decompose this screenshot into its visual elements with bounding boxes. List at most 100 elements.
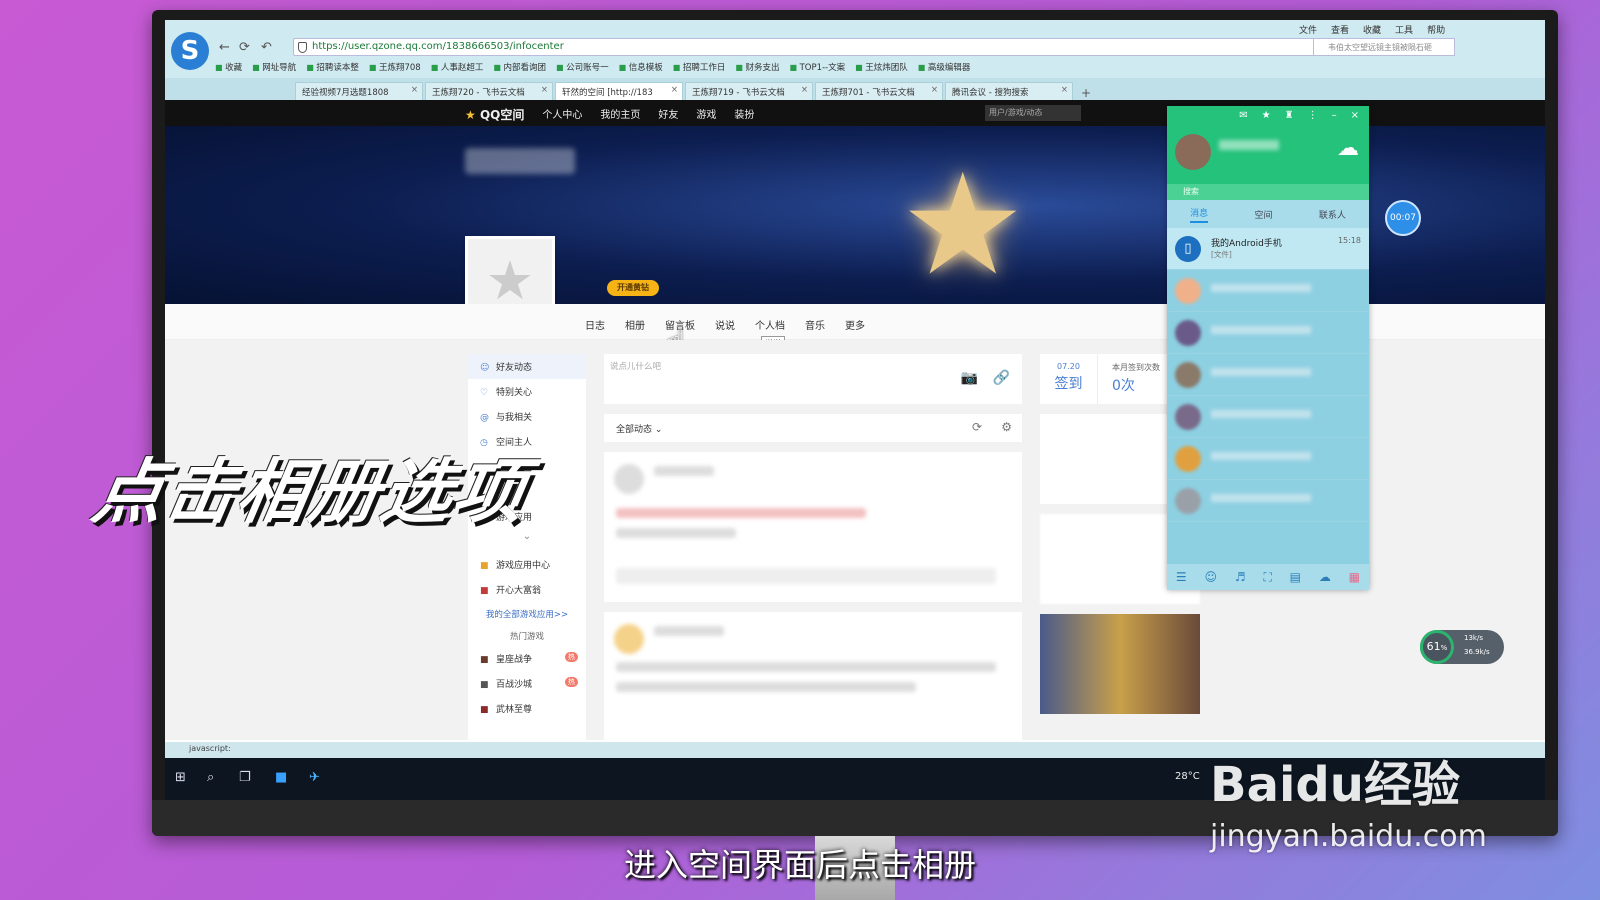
contact-item[interactable]: ▯ 我的Android手机 [文件] 15:18 — [1167, 228, 1369, 270]
more-icon[interactable]: ⋮ — [1308, 110, 1318, 121]
all-apps-link[interactable]: 我的全部游戏应用>> — [468, 602, 586, 626]
browser-tab[interactable]: 腾讯会议 - 搜狗搜索 × — [945, 82, 1073, 100]
post-input[interactable]: 说点儿什么吧 📷 🔗 — [604, 354, 1022, 404]
sidebar-item-related[interactable]: @ 与我相关 — [468, 404, 586, 429]
menu-tools[interactable]: 工具 — [1395, 23, 1413, 36]
browser-tab[interactable]: 王炼翔701 - 飞书云文档 × — [815, 82, 943, 100]
browser-tab[interactable]: 王炼翔719 - 飞书云文档 × — [685, 82, 813, 100]
nav-my-home[interactable]: 我的主页 — [600, 106, 640, 123]
menu-favorites[interactable]: 收藏 — [1363, 23, 1381, 36]
bookmark-item[interactable]: 招聘工作日 — [673, 61, 726, 75]
app-box-icon[interactable]: ♬ — [1235, 570, 1246, 584]
address-bar[interactable]: https://user.qzone.qq.com/1838666503/inf… — [293, 38, 1423, 56]
sidebar-item-special-care[interactable]: ♡ 特别关心 — [468, 379, 586, 404]
bookmark-item[interactable]: 王炼翔708 — [369, 61, 421, 75]
game-item[interactable]: ■ 武林至尊 — [468, 696, 586, 721]
sign-in-button[interactable]: 07.20 签到 — [1040, 354, 1098, 404]
star-icon[interactable]: ★ — [1262, 110, 1271, 121]
minimize-icon[interactable]: – — [1332, 110, 1337, 121]
photo-strip[interactable] — [1040, 614, 1200, 714]
menu-help[interactable]: 帮助 — [1427, 23, 1445, 36]
contact-item[interactable] — [1167, 312, 1369, 354]
bookmark-item[interactable]: 人事赵超工 — [431, 61, 484, 75]
contact-item[interactable] — [1167, 480, 1369, 522]
qzone-search-input[interactable]: 用户/游戏/动态 — [985, 105, 1081, 121]
menu-file[interactable]: 文件 — [1299, 23, 1317, 36]
app-icon[interactable]: ✈ — [309, 770, 320, 785]
bookmark-item[interactable]: 高级编辑器 — [918, 61, 971, 75]
contact-item[interactable] — [1167, 354, 1369, 396]
recording-timer[interactable]: 00:07 — [1385, 200, 1421, 236]
refresh-icon[interactable]: ⟳ — [239, 40, 250, 55]
close-icon[interactable]: × — [931, 85, 938, 95]
bookmark-item[interactable]: 信息模板 — [619, 61, 663, 75]
qzone-brand[interactable]: ★ QQ空间 — [465, 106, 524, 123]
contact-item[interactable] — [1167, 270, 1369, 312]
bookmark-item[interactable]: TOP1--文案 — [789, 61, 846, 75]
tab-blog[interactable]: 日志 — [585, 317, 605, 332]
tab-music[interactable]: 音乐 — [805, 317, 825, 332]
qq-avatar[interactable] — [1175, 134, 1211, 170]
task-view-icon[interactable]: ❐ — [239, 770, 251, 785]
sidebar-item-friend-feed[interactable]: ☺ 好友动态 — [468, 354, 586, 379]
bookmark-item[interactable]: 收藏 — [215, 61, 242, 75]
close-icon[interactable]: × — [801, 85, 808, 95]
vip-badge[interactable]: 开通黄钻 — [607, 280, 659, 296]
menu-view[interactable]: 查看 — [1331, 23, 1349, 36]
settings-icon[interactable]: ⚙ — [1001, 420, 1012, 434]
game-item[interactable]: ■ 皇座战争热 — [468, 646, 586, 671]
camera-icon[interactable]: 📷 — [961, 370, 978, 386]
new-tab-icon[interactable]: + — [1075, 86, 1097, 100]
back-icon[interactable]: ← — [219, 40, 230, 55]
close-icon[interactable]: × — [671, 85, 678, 95]
app-icon[interactable]: ■ — [275, 770, 287, 785]
browser-tab-active[interactable]: 轩然的空间 [http://183 × — [555, 82, 683, 100]
bookmark-item[interactable]: 网址导航 — [252, 61, 296, 75]
mail-icon[interactable]: ✉ — [1239, 110, 1247, 121]
menu-icon[interactable]: ☰ — [1176, 570, 1187, 584]
tab-messages[interactable]: 消息 — [1190, 206, 1209, 223]
browser-tab[interactable]: 经验视频7月选题1808 × — [295, 82, 423, 100]
file-icon[interactable]: ▤ — [1290, 570, 1301, 584]
app-item[interactable]: ■ 开心大富翁 — [468, 577, 586, 602]
tab-space[interactable]: 空间 — [1254, 208, 1272, 221]
shirt-icon[interactable]: ♜ — [1285, 110, 1294, 121]
contact-item[interactable] — [1167, 396, 1369, 438]
weather-temperature[interactable]: 28°C — [1175, 771, 1200, 782]
add-friend-icon[interactable]: ☺ — [1205, 570, 1218, 584]
bookmark-item[interactable]: 招聘读本整 — [306, 61, 359, 75]
nav-decorate[interactable]: 装扮 — [734, 106, 754, 123]
refresh-icon[interactable]: ⟳ — [972, 420, 982, 434]
nav-friends[interactable]: 好友 — [658, 106, 678, 123]
nav-personal-center[interactable]: 个人中心 — [542, 106, 582, 123]
bookmark-item[interactable]: 财务支出 — [735, 61, 779, 75]
undo-icon[interactable]: ↶ — [261, 40, 272, 55]
weather-cloud-icon[interactable]: ☁ — [1337, 136, 1359, 161]
close-icon[interactable]: × — [411, 85, 418, 95]
apps-grid-icon[interactable]: ▦ — [1349, 570, 1360, 584]
cloud-icon[interactable]: ☁ — [1319, 570, 1331, 584]
tab-contacts[interactable]: 联系人 — [1319, 208, 1346, 221]
search-icon[interactable]: ⌕ — [207, 770, 214, 785]
contact-item[interactable] — [1167, 438, 1369, 480]
browser-search-input[interactable]: 韦伯太空望远镜主镜被陨石砸 — [1313, 38, 1455, 56]
qq-search-input[interactable]: 搜索 — [1167, 184, 1369, 200]
windows-start-icon[interactable]: ⊞ — [175, 770, 186, 785]
browser-tab[interactable]: 王炼翔720 - 飞书云文档 × — [425, 82, 553, 100]
close-icon[interactable]: × — [541, 85, 548, 95]
close-icon[interactable]: × — [1351, 110, 1359, 121]
tab-album[interactable]: 相册 — [625, 317, 645, 332]
close-icon[interactable]: × — [1061, 85, 1068, 95]
tab-shuoshuo[interactable]: 说说 — [715, 317, 735, 332]
feed-filter[interactable]: 全部动态 ⌄ ⟳ ⚙ — [604, 414, 1022, 442]
game-item[interactable]: ■ 百战沙城热 — [468, 671, 586, 696]
attachment-icon[interactable]: 🔗 — [993, 370, 1010, 386]
bookmark-item[interactable]: 内部看询团 — [493, 61, 546, 75]
bookmark-item[interactable]: 王炫炜团队 — [855, 61, 908, 75]
screenshot-icon[interactable]: ⛶ — [1263, 570, 1271, 585]
tab-profile[interactable]: 个人档 — [755, 317, 785, 332]
bookmark-item[interactable]: 公司账号一 — [556, 61, 609, 75]
app-item[interactable]: ■ 游戏应用中心 — [468, 552, 586, 577]
tab-more[interactable]: 更多 — [845, 317, 865, 332]
network-speed-widget[interactable]: 61% 13k/s 36.9k/s — [1420, 630, 1504, 664]
